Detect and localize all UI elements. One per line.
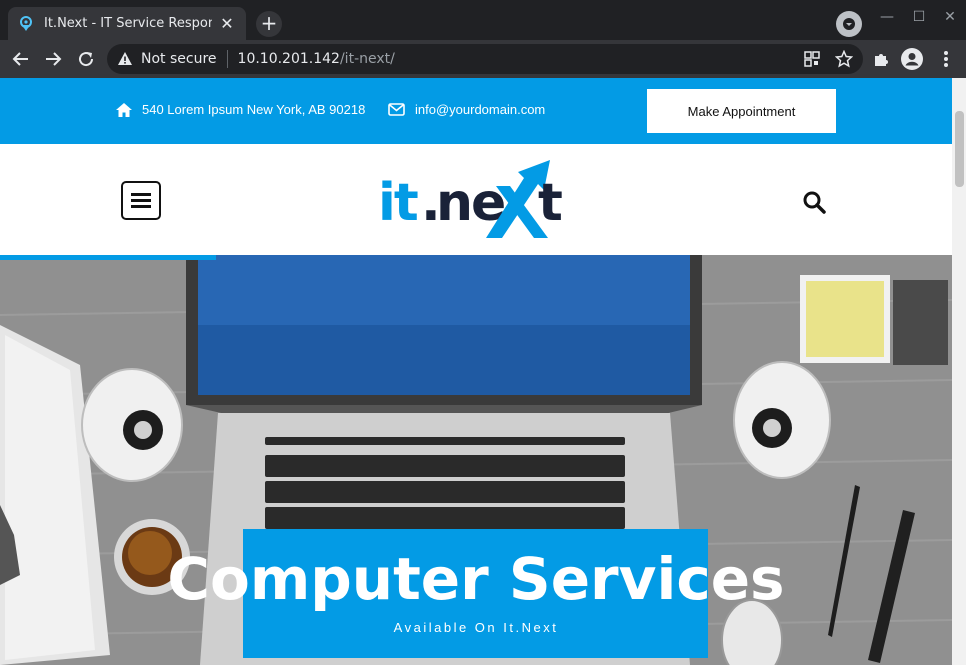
profile-button[interactable] [900,47,924,71]
not-secure-label[interactable]: Not secure [141,51,217,67]
url-path: /it-next/ [339,51,395,67]
reload-button[interactable] [74,47,98,71]
svg-text:ne: ne [436,173,504,233]
forward-button[interactable] [41,47,65,71]
site-header: it . ne t [0,144,952,255]
web-page: 540 Lorem Ipsum New York, AB 90218 info@… [0,78,952,665]
site-logo[interactable]: it . ne t [378,158,574,242]
location-pin-icon [20,15,32,31]
address-info: 540 Lorem Ipsum New York, AB 90218 [116,102,365,117]
hero-subtitle: Available On It.Next [393,620,559,635]
minimize-button[interactable]: — [877,9,897,25]
browser-menu-button[interactable] [934,47,958,71]
browser-tab[interactable]: It.Next - IT Service Respon ✕ [8,7,246,40]
address-bar[interactable]: Not secure 10.10.201.142 /it-next/ [107,44,863,74]
arrow-right-icon [46,52,62,66]
maximize-button[interactable]: ☐ [909,9,929,25]
hamburger-menu-button[interactable] [121,181,161,220]
search-icon[interactable] [802,190,826,214]
back-button[interactable] [9,47,33,71]
warning-icon [118,52,132,65]
scrollbar-thumb[interactable] [955,111,964,187]
email-text[interactable]: info@yourdomain.com [415,102,545,117]
kebab-menu-icon [944,51,948,67]
svg-text:it: it [378,173,418,233]
tab-title: It.Next - IT Service Respon [44,16,212,31]
qr-code-icon[interactable] [803,50,821,68]
hamburger-line [131,205,151,208]
chevron-down-icon [843,18,855,30]
url-host: 10.10.201.142 [237,51,340,67]
tab-close-icon[interactable]: ✕ [218,14,236,33]
header-accent-bar [0,255,216,260]
omnibox-divider [226,50,228,68]
contact-topbar: 540 Lorem Ipsum New York, AB 90218 info@… [0,78,952,144]
envelope-icon [388,103,405,116]
email-info[interactable]: info@yourdomain.com [388,102,545,117]
avatar-icon [901,48,923,70]
hero-banner: Computer Services Available On It.Next [0,255,952,665]
puzzle-icon [875,54,888,66]
new-tab-button[interactable]: + [256,11,282,37]
page-scrollbar[interactable] [952,78,966,665]
browser-tab-strip: It.Next - IT Service Respon ✕ + — ☐ ✕ [0,0,966,40]
arrow-left-icon [12,52,28,66]
tab-search-button[interactable] [836,11,862,37]
reload-icon [79,52,94,67]
browser-toolbar: Not secure 10.10.201.142 /it-next/ [0,40,966,78]
hero-title: Computer Services [167,545,785,613]
hamburger-line [131,193,151,196]
make-appointment-button[interactable]: Make Appointment [647,89,836,133]
close-window-button[interactable]: ✕ [940,9,960,25]
hamburger-line [131,199,151,202]
omnibox-actions [803,50,853,68]
home-icon [116,102,132,117]
extensions-button[interactable] [869,47,893,71]
bookmark-star-icon[interactable] [835,50,853,68]
svg-text:t: t [538,173,563,233]
address-text: 540 Lorem Ipsum New York, AB 90218 [142,102,366,117]
